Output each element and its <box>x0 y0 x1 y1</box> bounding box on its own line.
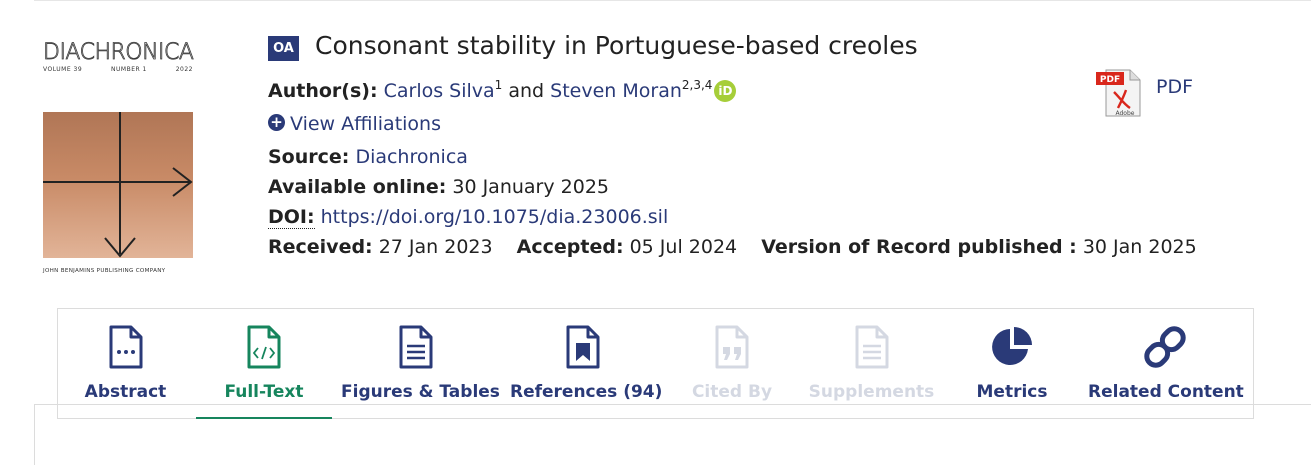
tab-label: Cited By <box>691 382 773 402</box>
view-affiliations-toggle[interactable]: + View Affiliations <box>268 113 441 135</box>
accepted-date: 05 Jul 2024 <box>629 236 738 258</box>
svg-text:Adobe: Adobe <box>1116 110 1135 117</box>
document-bookmark-icon <box>566 325 600 369</box>
authors-label: Author(s): <box>268 80 378 102</box>
cover-volume-line: VOLUME 39 NUMBER 1 2022 <box>43 66 193 73</box>
dates-row: Received: 27 Jan 2023 Accepted: 05 Jul 2… <box>268 236 1197 258</box>
tab-supplements[interactable]: Supplements <box>804 309 939 418</box>
article-tab-bar: Abstract Full-Text Figures & Tables Refe… <box>57 308 1254 419</box>
cover-publisher: JOHN BENJAMINS PUBLISHING COMPANY <box>43 268 166 274</box>
pie-chart-icon <box>992 327 1032 365</box>
document-dots-icon <box>109 325 142 369</box>
article-title: Consonant stability in Portuguese-based … <box>315 31 918 60</box>
tab-label: Full-Text <box>224 382 304 402</box>
authors-row: Author(s): Carlos Silva1 and Steven Mora… <box>268 78 737 103</box>
tab-content-panel <box>34 404 1311 465</box>
document-lines-icon <box>399 325 433 369</box>
cover-number: NUMBER 1 <box>111 66 147 73</box>
author2-affiliation-ref: 2,3,4 <box>681 78 713 92</box>
orcid-icon[interactable]: iD <box>714 79 737 102</box>
author-link-steven-moran[interactable]: Steven Moran <box>550 80 682 102</box>
vor-label: Version of Record published : <box>761 236 1077 258</box>
authors-and: and <box>508 80 545 102</box>
tab-label: References (94) <box>510 382 663 402</box>
cover-year: 2022 <box>175 66 193 73</box>
tab-abstract[interactable]: Abstract <box>78 309 173 418</box>
tab-cited-by[interactable]: Cited By <box>686 309 778 418</box>
author-link-carlos-silva[interactable]: Carlos Silva <box>384 80 495 102</box>
journal-cover[interactable]: DIACHRONICA VOLUME 39 NUMBER 1 2022 JOHN… <box>40 40 196 280</box>
pdf-file-icon: PDF Adobe <box>1096 69 1141 117</box>
open-access-badge: OA <box>268 36 299 61</box>
cover-artwork <box>43 112 193 258</box>
link-icon <box>1144 326 1186 368</box>
svg-text:PDF: PDF <box>1100 75 1120 85</box>
available-date: 30 January 2025 <box>452 176 609 198</box>
tab-label: Related Content <box>1088 382 1244 402</box>
tab-related-content[interactable]: Related Content <box>1088 309 1244 418</box>
doi-link[interactable]: https://doi.org/10.1075/dia.23006.sil <box>321 206 669 228</box>
document-lines-icon <box>855 325 888 369</box>
tab-label: Figures & Tables <box>341 382 500 402</box>
tab-figures-tables[interactable]: Figures & Tables <box>341 309 500 418</box>
vor-date: 30 Jan 2025 <box>1082 236 1197 258</box>
doi-row: DOI: https://doi.org/10.1075/dia.23006.s… <box>268 206 669 229</box>
cover-journal-title: DIACHRONICA <box>43 40 195 66</box>
received-label: Received: <box>268 236 373 258</box>
document-quote-icon <box>715 325 749 369</box>
available-online-row: Available online: 30 January 2025 <box>268 176 609 198</box>
tab-label: Metrics <box>976 382 1048 402</box>
tab-references[interactable]: References (94) <box>510 309 663 418</box>
tab-label: Abstract <box>84 382 167 402</box>
accepted-label: Accepted: <box>516 236 624 258</box>
available-label: Available online: <box>268 176 447 198</box>
pdf-download[interactable]: PDF Adobe <box>1094 68 1144 118</box>
source-link[interactable]: Diachronica <box>355 146 467 168</box>
document-code-icon <box>247 325 281 369</box>
author1-affiliation-ref: 1 <box>494 78 503 92</box>
tab-label: Supplements <box>808 382 935 402</box>
received-date: 27 Jan 2023 <box>378 236 493 258</box>
tab-full-text[interactable]: Full-Text <box>196 309 332 419</box>
source-row: Source: Diachronica <box>268 146 468 168</box>
doi-label: DOI: <box>268 206 315 229</box>
tab-metrics[interactable]: Metrics <box>966 309 1058 418</box>
top-divider <box>34 0 1311 1</box>
source-label: Source: <box>268 146 350 168</box>
pdf-link[interactable]: PDF <box>1156 76 1193 98</box>
plus-circle-icon: + <box>268 114 285 131</box>
view-affiliations-label: View Affiliations <box>290 113 441 135</box>
cover-volume: VOLUME 39 <box>43 66 83 73</box>
